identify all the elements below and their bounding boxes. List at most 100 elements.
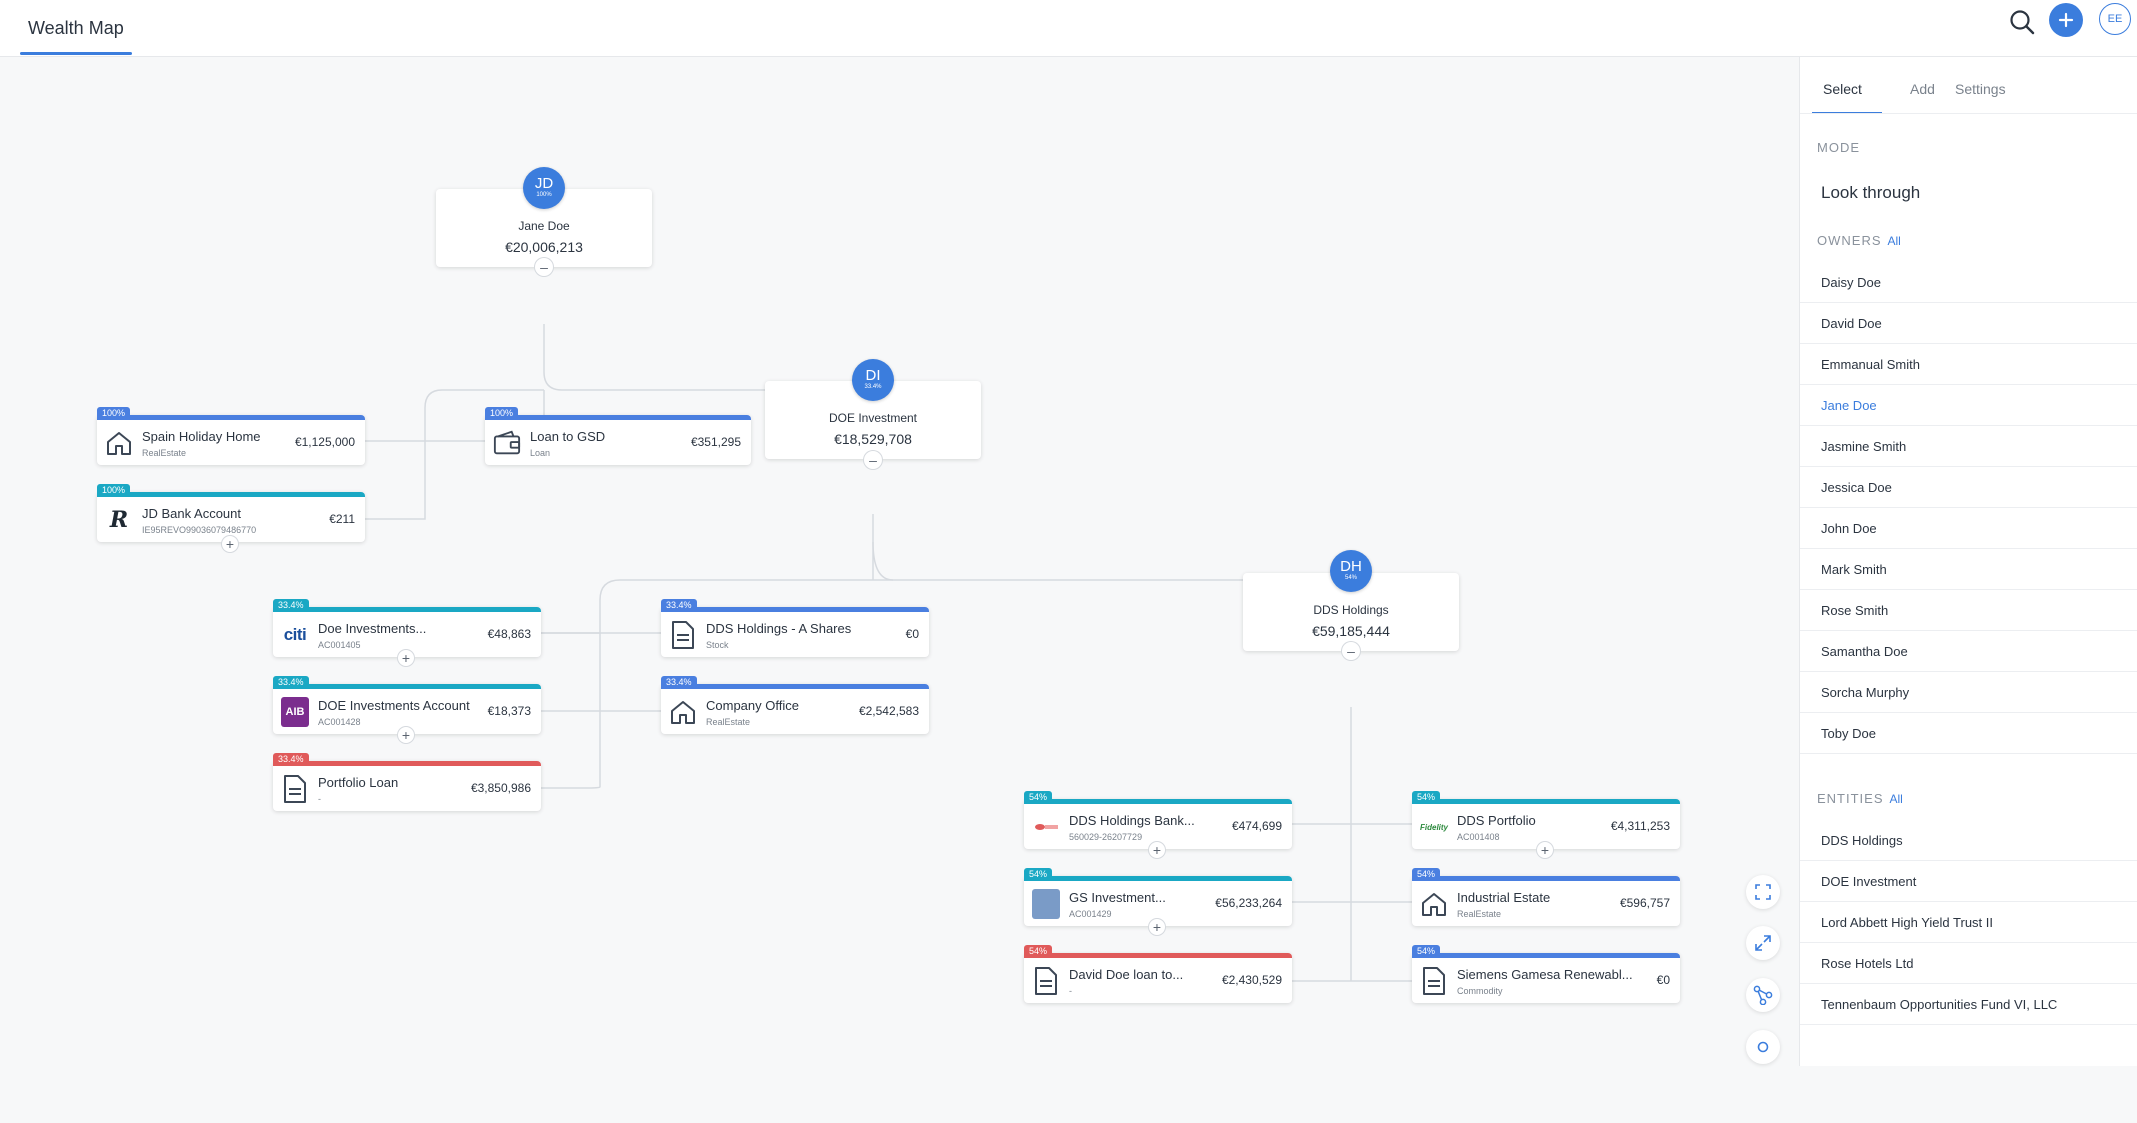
search-icon [2010,10,2035,35]
ownership-badge: 54% [1412,945,1441,958]
node-name: DDS Holdings [1313,603,1389,617]
active-tab-indicator [20,52,132,55]
expand-view-button[interactable] [1746,926,1780,960]
ownership-badge: 33.4% [273,599,309,612]
asset-value: €0 [905,627,919,641]
bank-logo-icon [1032,812,1060,842]
ownership-badge: 100% [485,407,519,420]
asset-card-siemens-gamesa[interactable]: 54% Siemens Gamesa Renewabl... Commodity… [1412,945,1680,1003]
entity-name: Tennenbaum Opportunities Fund VI, LLC [1821,997,2058,1012]
owner-list-item[interactable]: Sorcha Murphy [1800,672,2137,713]
entity-list-item[interactable]: Rose Hotels Ltd [1800,943,2137,984]
asset-card-industrial-estate[interactable]: 54% Industrial Estate RealEstate €596,75… [1412,868,1680,926]
avatar: DH 54% [1330,550,1372,592]
document-icon [1032,966,1060,996]
expand-button[interactable]: + [398,727,414,743]
asset-account-number: AC001428 [318,717,361,727]
asset-value: €2,542,583 [858,704,919,718]
user-avatar[interactable]: EE [2099,3,2131,35]
owner-list-item[interactable]: Toby Doe [1800,713,2137,754]
asset-type: RealEstate [142,448,187,458]
document-icon [281,774,309,804]
fidelity-logo-icon: Fidelity [1420,822,1449,832]
asset-card-portfolio-loan[interactable]: 33.4% Portfolio Loan - €3,850,986 [273,753,541,811]
tab-settings[interactable]: Settings [1955,81,2006,97]
layout-button[interactable] [1746,978,1780,1012]
owner-list-item[interactable]: Jane Doe [1800,385,2137,426]
app-title[interactable]: Wealth Map [28,18,124,39]
entity-list-item[interactable]: DDS Holdings [1800,820,2137,861]
asset-card-david-doe-loan[interactable]: 54% David Doe loan to... - €2,430,529 [1024,945,1292,1003]
citi-logo-icon: citi [283,625,307,644]
collapse-button[interactable]: – [1342,642,1360,660]
entity-list-item[interactable]: Tennenbaum Opportunities Fund VI, LLC [1800,984,2137,1025]
owner-list-item[interactable]: Emmanual Smith [1800,344,2137,385]
owner-list-item[interactable]: John Doe [1800,508,2137,549]
asset-value: €0 [1656,973,1670,987]
avatar-percentage: 54% [1344,575,1357,581]
owner-list-item[interactable]: Jessica Doe [1800,467,2137,508]
asset-card-dds-holdings-a-shares[interactable]: 33.4% DDS Holdings - A Shares Stock €0 [661,599,929,657]
mode-label: MODE [1817,140,1860,155]
asset-account-number: IE95REVO99036079486770 [142,525,257,535]
card-color-bar [1024,953,1292,958]
asset-value: €3,850,986 [470,781,531,795]
asset-value: €351,295 [690,435,741,449]
owner-list-item[interactable]: Rose Smith [1800,590,2137,631]
tab-add[interactable]: Add [1910,81,1935,97]
asset-value: €2,430,529 [1221,973,1282,987]
owner-list-item[interactable]: Samantha Doe [1800,631,2137,672]
avatar-percentage: 33.4% [864,384,882,390]
asset-card-company-office[interactable]: 33.4% Company Office RealEstate €2,542,5… [661,676,929,734]
expand-button[interactable]: + [398,650,414,666]
asset-type: Stock [706,640,729,650]
add-button[interactable] [2049,3,2083,37]
fit-to-screen-button[interactable] [1746,875,1780,909]
ownership-badge: 54% [1412,791,1441,804]
expand-button[interactable]: + [1149,842,1165,858]
entities-all-link[interactable]: All [1890,792,1903,806]
card-color-bar [661,607,929,612]
owner-name: Sorcha Murphy [1821,685,1910,700]
ownership-badge: 33.4% [661,676,697,689]
collapse-button[interactable]: – [535,258,553,276]
asset-card-spain-holiday-home[interactable]: 100% Spain Holiday Home RealEstate €1,12… [97,407,365,465]
ownership-badge: 54% [1024,868,1053,881]
owner-name: David Doe [1821,316,1882,331]
owner-list-item[interactable]: David Doe [1800,303,2137,344]
mode-value[interactable]: Look through [1821,183,1920,203]
asset-card-jd-bank-account[interactable]: 100% R JD Bank Account IE95REVO990360794… [97,484,365,542]
plus-icon [2058,12,2074,28]
asset-card-loan-to-gsd[interactable]: 100% Loan to GSD Loan €351,295 [485,407,751,465]
entity-list-item[interactable]: Lord Abbett High Yield Trust II [1800,902,2137,943]
entity-name: DOE Investment [1821,874,1917,889]
expand-button[interactable]: + [222,536,238,552]
entity-list-item[interactable]: DOE Investment [1800,861,2137,902]
avatar-initials: DI [865,367,881,384]
node-value: €59,185,444 [1312,623,1390,639]
owner-name: Toby Doe [1821,726,1876,741]
aib-logo-icon: AIB [281,697,309,727]
expand-button[interactable]: + [1149,919,1165,935]
search-button[interactable] [2004,4,2040,40]
collapse-button[interactable]: – [864,451,882,469]
owner-list-item[interactable]: Jasmine Smith [1800,426,2137,467]
tab-select[interactable]: Select [1823,81,1862,97]
owner-list-item[interactable]: Mark Smith [1800,549,2137,590]
reset-button[interactable] [1746,1030,1780,1064]
entity-name: Rose Hotels Ltd [1821,956,1914,971]
owners-all-link[interactable]: All [1888,234,1901,248]
expand-button[interactable]: + [1537,842,1553,858]
avatar: DI 33.4% [852,359,894,401]
owner-name: Samantha Doe [1821,644,1908,659]
ownership-badge: 54% [1412,868,1441,881]
node-value: €18,529,708 [834,431,912,447]
document-icon [1420,966,1448,996]
node-value: €20,006,213 [505,239,583,255]
entities-label-text: ENTITIES [1817,791,1884,806]
owner-list-item[interactable]: Daisy Doe [1800,262,2137,303]
card-color-bar [1024,876,1292,881]
app-header: Wealth Map EE [0,0,2137,57]
house-icon [669,697,697,727]
asset-name: Loan to GSD [530,429,606,444]
